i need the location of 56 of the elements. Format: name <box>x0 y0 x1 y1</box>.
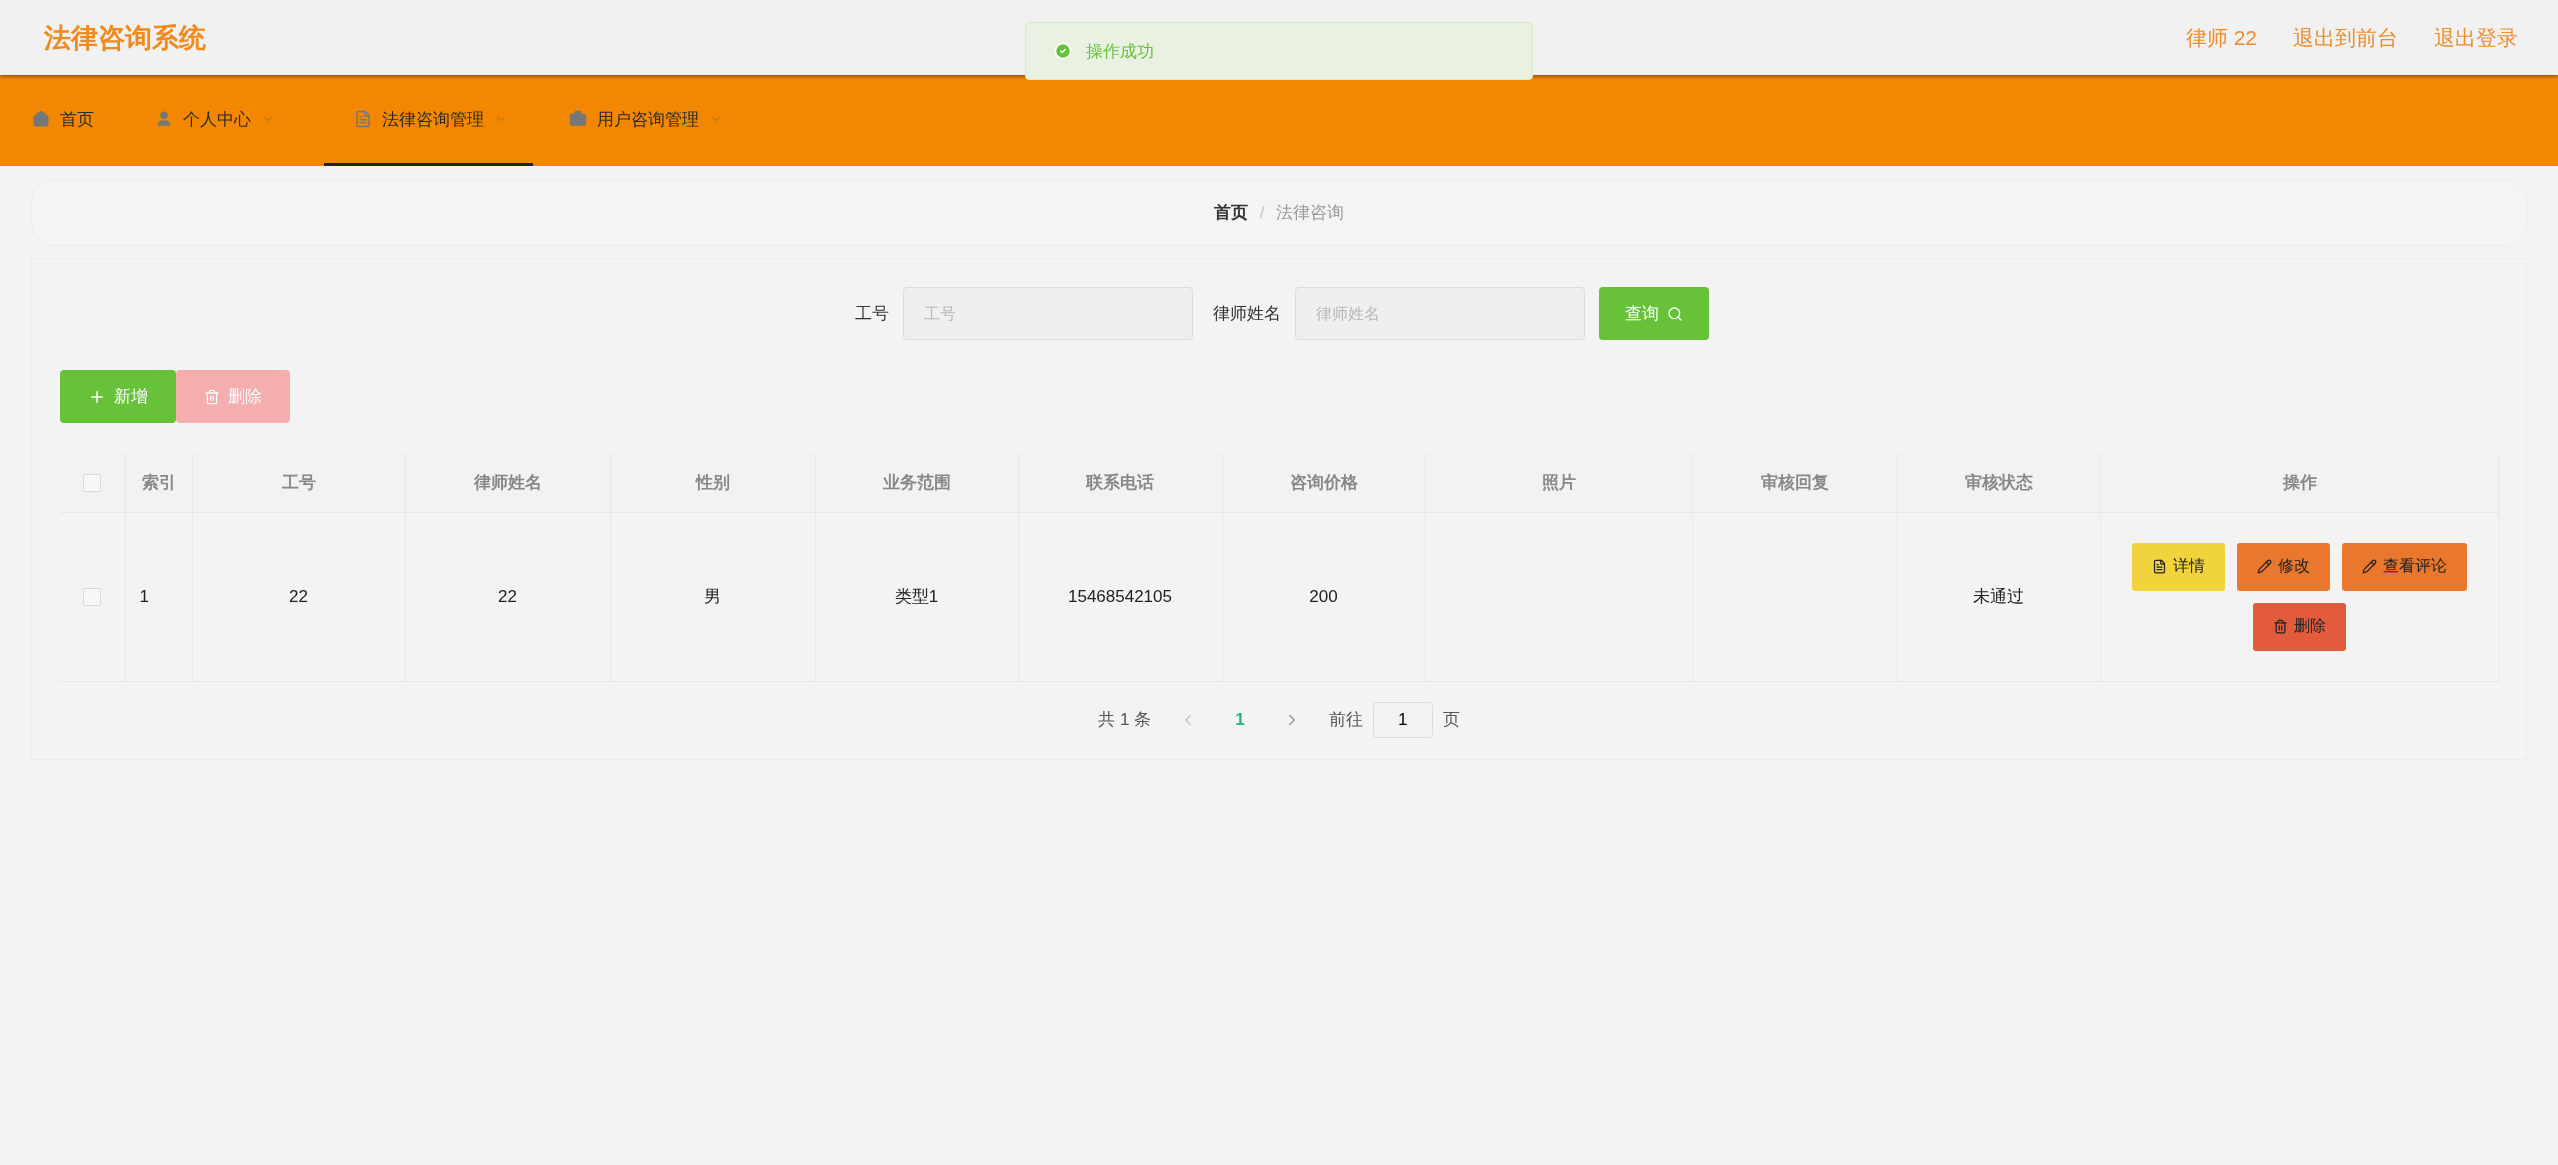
column-header: 性别 <box>610 453 815 512</box>
trash-icon <box>204 388 220 405</box>
nav-label: 个人中心 <box>183 108 251 131</box>
action-button[interactable]: 详情 <box>2132 542 2226 591</box>
nav-label: 用户咨询管理 <box>597 108 699 131</box>
toast-text: 操作成功 <box>1086 40 1154 63</box>
field-label: 工号 <box>855 303 889 325</box>
column-header: 照片 <box>1425 453 1692 512</box>
field-label: 律师姓名 <box>1213 303 1281 325</box>
column-header: 审核回复 <box>1692 453 1897 512</box>
document-icon <box>2152 559 2168 574</box>
user-icon <box>155 110 173 128</box>
action-button[interactable]: 修改 <box>2237 542 2331 591</box>
goto-label: 前往 <box>1328 709 1363 731</box>
page-suffix: 页 <box>1442 709 1460 731</box>
check-icon <box>1054 42 1072 60</box>
breadcrumb-item[interactable]: 首页 <box>1213 201 1248 224</box>
nav-item[interactable]: 用户咨询管理 <box>567 75 748 166</box>
column-header: 索引 <box>125 453 192 512</box>
search-field[interactable]: 工号 <box>903 287 1193 340</box>
action-button[interactable]: 删除 <box>2253 602 2347 651</box>
briefcase-icon <box>569 110 587 128</box>
checkbox[interactable] <box>83 473 102 492</box>
nav-item[interactable]: 首页 <box>30 75 119 166</box>
column-header: 业务范围 <box>815 453 1018 512</box>
checkbox[interactable] <box>83 588 102 606</box>
column-header: 联系电话 <box>1018 453 1222 512</box>
column-header: 操作 <box>2100 453 2500 512</box>
search-icon <box>1667 305 1683 322</box>
search-field[interactable]: 律师姓名 <box>1295 287 1585 340</box>
pencil-icon <box>2257 559 2273 574</box>
nav-label: 首页 <box>60 108 94 131</box>
column-header: 工号 <box>192 453 405 512</box>
table-cell: 类型1 <box>815 512 1018 681</box>
table-cell: 22 <box>405 512 610 681</box>
pencil-icon <box>2362 559 2378 574</box>
table-cell: 200 <box>1222 512 1425 681</box>
table-cell: 22 <box>192 512 405 681</box>
nav-item[interactable]: 法律咨询管理 <box>324 75 533 166</box>
table-cell: 1 <box>125 512 192 681</box>
column-header: 审核状态 <box>1897 453 2100 512</box>
nav-label: 法律咨询管理 <box>382 108 484 131</box>
page-input[interactable]: 1 <box>1372 701 1433 738</box>
home-icon <box>32 110 50 128</box>
table-cell: 未通过 <box>1897 512 2100 681</box>
nav-item[interactable]: 个人中心 <box>153 75 300 166</box>
action-button[interactable]: 查看评论 <box>2342 542 2468 591</box>
column-header: 咨询价格 <box>1222 453 1425 512</box>
table-cell: 15468542105 <box>1018 512 1222 681</box>
breadcrumb-separator: / <box>1259 202 1265 223</box>
app-title: 法律咨询系统 <box>44 21 206 55</box>
document-icon <box>354 110 372 128</box>
trash-icon <box>2273 619 2289 634</box>
column-header: 律师姓名 <box>405 453 610 512</box>
total-count: 共 1 条 <box>1098 709 1152 731</box>
table-cell: 男 <box>610 512 815 681</box>
